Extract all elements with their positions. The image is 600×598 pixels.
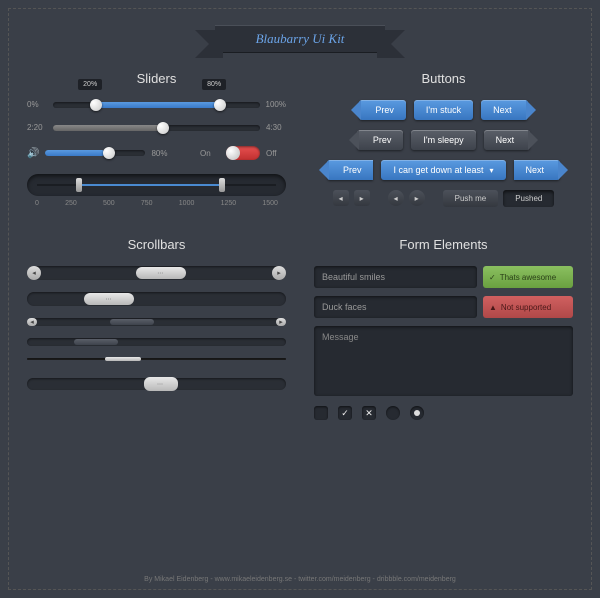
slider2-left: 2:20 [27, 123, 47, 132]
nav-next-round[interactable]: ▸ [409, 190, 425, 206]
prev-button-1[interactable]: Prev [359, 100, 406, 120]
input-1[interactable]: Beautiful smiles [314, 266, 477, 288]
toggle-on-label: On [200, 149, 220, 158]
slider3-val: 80% [151, 149, 171, 158]
next-button-1[interactable]: Next [481, 100, 528, 120]
sb3-left-icon[interactable]: ◂ [27, 318, 37, 326]
checkbox-x[interactable]: ✕ [362, 406, 376, 420]
sb4-thumb[interactable] [74, 339, 118, 345]
scrollbar-2[interactable]: ⋯ [27, 292, 286, 306]
scrollbar-6[interactable]: ⋯ [27, 378, 286, 390]
checkbox-empty[interactable] [314, 406, 328, 420]
dropdown-button[interactable]: I can get down at least [381, 160, 505, 180]
section-scrollbars: Scrollbars [27, 237, 286, 252]
section-forms: Form Elements [314, 237, 573, 252]
scrollbar-5[interactable] [27, 358, 286, 360]
sb1-left-icon[interactable]: ◂ [27, 266, 41, 280]
slider2[interactable] [53, 125, 260, 131]
warn-icon: ▲ [489, 303, 497, 312]
scrollbar-1[interactable]: ◂ ⋯ ▸ [27, 266, 286, 280]
sb3-thumb[interactable] [110, 319, 154, 325]
sleepy-button[interactable]: I'm sleepy [411, 130, 475, 150]
range-thumb-a[interactable] [76, 178, 82, 192]
range-slider[interactable] [27, 174, 286, 196]
volume-icon: 🔊 [27, 148, 39, 159]
range-ticks: 0250500750100012501500 [27, 200, 286, 207]
scrollbar-3[interactable]: ◂ ▸ [27, 318, 286, 326]
nav-next-sq[interactable]: ▸ [354, 190, 370, 206]
slider3-thumb[interactable] [103, 147, 115, 159]
checkbox-checked[interactable]: ✓ [338, 406, 352, 420]
check-icon: ✓ [489, 273, 496, 282]
sb6-thumb[interactable]: ⋯ [144, 377, 178, 391]
slider2-right: 4:30 [266, 123, 286, 132]
status-err[interactable]: ▲Not supported [483, 296, 573, 318]
sb1-right-icon[interactable]: ▸ [272, 266, 286, 280]
toggle-off-label: Off [266, 149, 286, 158]
title-banner: Blaubarry Ui Kit [215, 25, 385, 53]
sb5-thumb[interactable] [105, 357, 141, 361]
slider2-thumb[interactable] [157, 122, 169, 134]
nav-prev-round[interactable]: ◂ [388, 190, 404, 206]
prev-button-3[interactable]: Prev [327, 160, 374, 180]
scrollbar-4[interactable] [27, 338, 286, 346]
range-thumb-b[interactable] [219, 178, 225, 192]
sb2-thumb[interactable]: ⋯ [84, 293, 134, 305]
radio-empty[interactable] [386, 406, 400, 420]
credits: By Mikael Eidenberg - www.mikaeleidenber… [9, 576, 591, 583]
sb1-thumb[interactable]: ⋯ [136, 267, 186, 279]
next-button-3[interactable]: Next [514, 160, 561, 180]
slider1-max: 100% [266, 100, 286, 109]
status-ok[interactable]: ✓Thats awesome [483, 266, 573, 288]
message-textarea[interactable]: Message [314, 326, 573, 396]
slider1-thumb-a[interactable]: 20% [90, 99, 102, 111]
slider1[interactable]: 20% 80% [53, 102, 260, 108]
radio-selected[interactable] [410, 406, 424, 420]
section-buttons: Buttons [314, 71, 573, 86]
slider3[interactable] [45, 150, 145, 156]
nav-prev-sq[interactable]: ◂ [333, 190, 349, 206]
push-button[interactable]: Push me [443, 190, 499, 207]
slider1-min: 0% [27, 100, 47, 109]
next-button-2[interactable]: Next [484, 130, 531, 150]
pushed-button[interactable]: Pushed [503, 190, 554, 207]
stuck-button[interactable]: I'm stuck [414, 100, 473, 120]
input-2[interactable]: Duck faces [314, 296, 477, 318]
section-sliders: Sliders [27, 71, 286, 86]
slider1-thumb-b[interactable]: 80% [214, 99, 226, 111]
toggle[interactable] [226, 146, 260, 160]
sb3-right-icon[interactable]: ▸ [276, 318, 286, 326]
prev-button-2[interactable]: Prev [357, 130, 404, 150]
